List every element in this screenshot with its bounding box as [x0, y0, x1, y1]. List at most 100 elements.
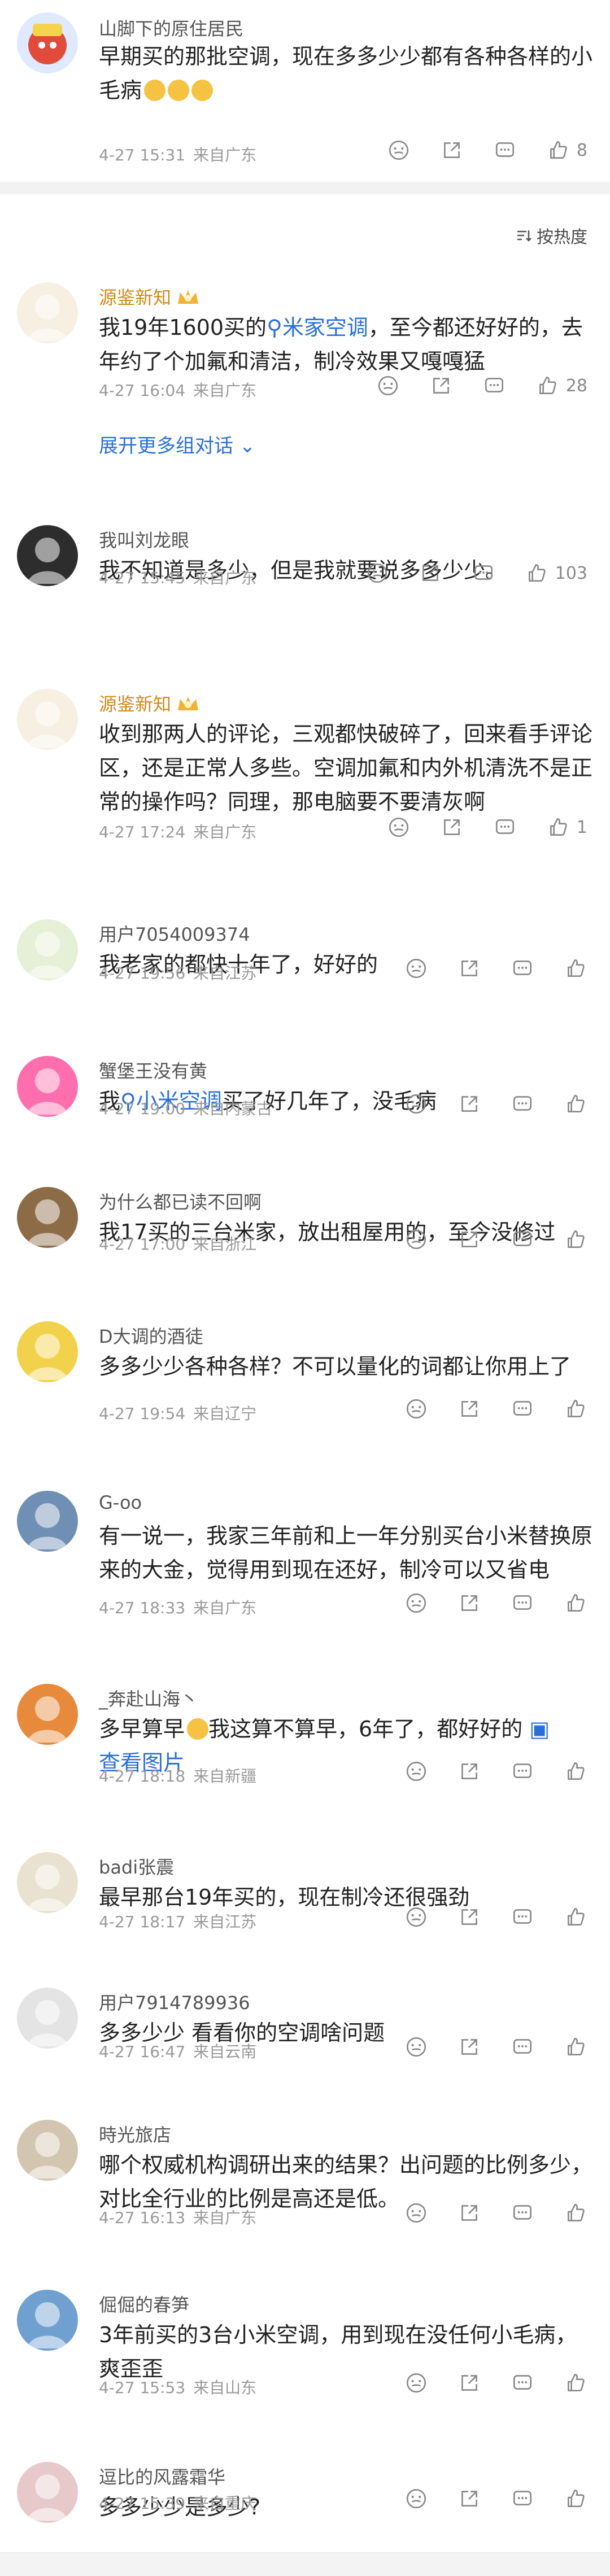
share-icon[interactable] [457, 1591, 481, 1615]
avatar[interactable] [17, 1321, 78, 1382]
share-icon[interactable] [440, 815, 464, 839]
avatar[interactable] [17, 1187, 78, 1248]
like-button[interactable] [564, 2035, 587, 2059]
comment-icon[interactable] [511, 2487, 534, 2510]
commenter-name[interactable]: _奔赴山海丶 [99, 1685, 198, 1711]
commenter-name[interactable]: 为什么都已读不回啊 [99, 1188, 262, 1214]
avatar[interactable] [17, 1491, 78, 1552]
like-button[interactable] [564, 1397, 587, 1421]
avatar[interactable] [17, 525, 78, 586]
like-button[interactable] [564, 1759, 587, 1783]
commenter-name[interactable]: 用户7914789936 [99, 1989, 250, 2015]
commenter-name[interactable]: badi张震 [99, 1853, 174, 1879]
emoji-face-icon[interactable] [404, 1759, 428, 1783]
share-icon[interactable] [419, 561, 442, 585]
like-button[interactable] [564, 2371, 587, 2395]
emoji-face-icon[interactable] [404, 1228, 428, 1251]
like-button[interactable]: 8 [546, 138, 587, 162]
emoji-face-icon[interactable] [404, 1092, 428, 1116]
avatar[interactable] [17, 282, 78, 343]
like-button[interactable]: 1 [546, 815, 587, 839]
emoji-face-icon[interactable] [404, 2035, 428, 2059]
avatar[interactable] [17, 12, 78, 73]
like-button[interactable] [564, 2201, 587, 2225]
avatar[interactable] [17, 2120, 78, 2181]
commenter-name[interactable]: 逗比的风露霜华 [99, 2463, 225, 2489]
commenter-name[interactable]: 源鉴新知 [99, 283, 201, 309]
comment-icon[interactable] [493, 815, 517, 839]
comment-icon[interactable] [511, 1905, 534, 1929]
comment-icon[interactable] [511, 1397, 534, 1421]
post-text: 早期买的那批空调，现在多多少少都有各种各样的小毛病 [99, 44, 593, 103]
emoji-face-icon[interactable] [404, 1591, 428, 1615]
emoji-face-icon[interactable] [404, 1905, 428, 1929]
comment-item: 蟹堡王没有黄 我⚲小米空调买了好几年了，没毛病 4-27 19:00 来自内蒙古 [0, 1039, 610, 1163]
share-icon[interactable] [457, 957, 481, 980]
emoji-face-icon[interactable] [404, 1397, 428, 1421]
image-icon[interactable]: ▣ [529, 1717, 550, 1741]
like-button[interactable] [564, 1228, 587, 1251]
like-button[interactable] [564, 1905, 587, 1929]
commenter-name[interactable]: 我叫刘龙眼 [99, 526, 189, 552]
share-icon[interactable] [429, 374, 453, 398]
avatar[interactable] [17, 1684, 78, 1745]
share-icon[interactable] [457, 1397, 481, 1421]
comment-icon[interactable] [511, 1228, 534, 1251]
comment-icon[interactable] [511, 2371, 534, 2395]
comment-icon[interactable] [511, 1591, 534, 1615]
share-icon[interactable] [440, 138, 464, 162]
share-icon[interactable] [457, 1905, 481, 1929]
comment-icon[interactable] [511, 957, 534, 980]
avatar[interactable] [17, 919, 78, 980]
avatar[interactable] [17, 2462, 78, 2523]
avatar[interactable] [17, 689, 78, 750]
comment-actions [404, 1397, 587, 1421]
like-button[interactable] [564, 2487, 587, 2510]
share-icon[interactable] [457, 1228, 481, 1251]
expand-more-replies[interactable]: 展开更多组对话 ⌄ [99, 430, 255, 458]
like-button[interactable] [564, 1092, 587, 1116]
comment-icon[interactable] [511, 2035, 534, 2059]
comment-icon[interactable] [472, 561, 495, 585]
comment-icon[interactable] [511, 1759, 534, 1783]
emoji-face-icon[interactable] [404, 957, 428, 980]
emoji-face-icon[interactable] [404, 2201, 428, 2225]
emoji-face-icon[interactable] [404, 2487, 428, 2510]
share-icon[interactable] [457, 2201, 481, 2225]
share-icon[interactable] [457, 2371, 481, 2395]
comment-icon[interactable] [482, 374, 506, 398]
commenter-name[interactable]: 用户7054009374 [99, 920, 250, 946]
commenter-name[interactable]: 倔倔的春笋 [99, 2291, 189, 2317]
emoji-face-icon[interactable] [404, 2371, 428, 2395]
share-icon[interactable] [457, 1759, 481, 1783]
emoji-face-icon[interactable] [387, 138, 411, 162]
commenter-name[interactable]: G-oo [99, 1492, 142, 1513]
commenter-name[interactable]: D大调的酒徒 [99, 1322, 203, 1348]
commenter-name[interactable]: 時光旅店 [99, 2121, 171, 2147]
avatar[interactable] [17, 1852, 78, 1913]
like-button[interactable] [564, 1591, 587, 1615]
share-icon[interactable] [457, 2035, 481, 2059]
commenter-name[interactable]: 蟹堡王没有黄 [99, 1057, 207, 1083]
sort-toggle[interactable]: 按热度 [515, 223, 587, 248]
emoji-face-icon[interactable] [387, 815, 411, 839]
emoji-face-icon[interactable] [365, 561, 389, 585]
avatar[interactable] [17, 1056, 78, 1117]
topic-link[interactable]: ⚲米家空调 [267, 315, 368, 340]
commenter-name[interactable]: 源鉴新知 [99, 690, 201, 716]
like-button[interactable]: 28 [535, 374, 587, 398]
bottom-input-bar[interactable] [0, 2552, 610, 2576]
avatar[interactable] [17, 1988, 78, 2049]
comment-item: D大调的酒徒 多多少少各种各样？不可以量化的词都让你用上了 4-27 19:54 来自… [0, 1304, 610, 1468]
comment-icon[interactable] [511, 2201, 534, 2225]
emoji-face-icon[interactable] [376, 374, 400, 398]
share-icon[interactable] [457, 2487, 481, 2510]
comment-icon[interactable] [493, 138, 517, 162]
share-icon[interactable] [457, 1092, 481, 1116]
avatar[interactable] [17, 2290, 78, 2351]
comment-icon[interactable] [511, 1092, 534, 1116]
like-button[interactable] [564, 957, 587, 980]
like-button[interactable]: 103 [525, 561, 587, 585]
author-name[interactable]: 山脚下的原住居民 [99, 15, 243, 41]
comment-meta: 4-27 15:39 来自重庆 [99, 2494, 257, 2513]
